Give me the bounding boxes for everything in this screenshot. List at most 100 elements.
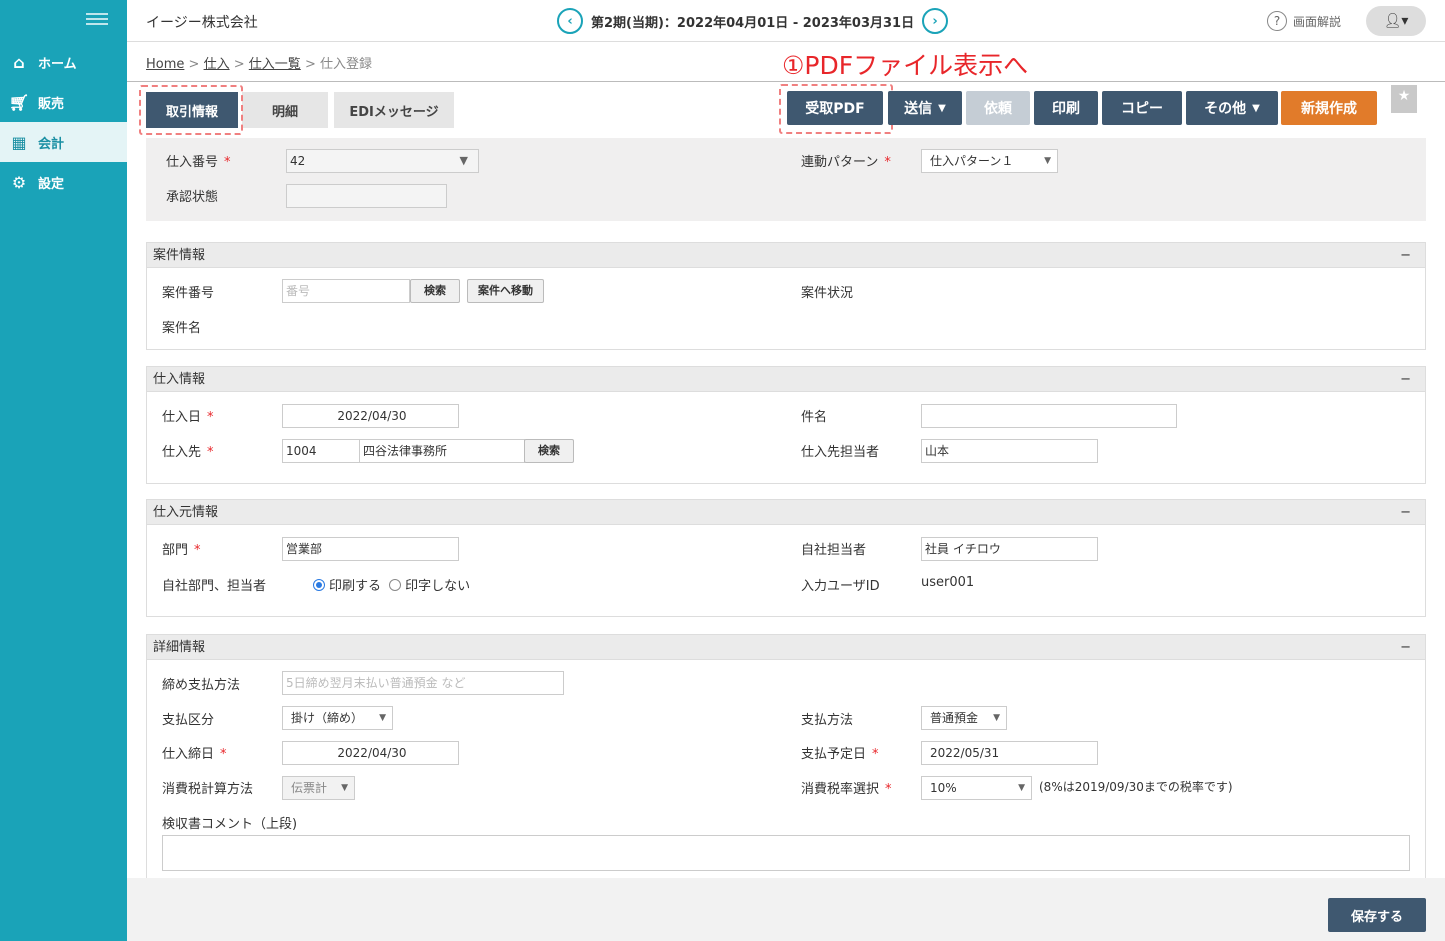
calculator-icon: ▦ <box>11 132 27 152</box>
breadcrumb-separator: > <box>233 57 245 72</box>
caret-down-icon: ▼ <box>1252 102 1260 114</box>
user-id-label: 入力ユーザID <box>801 579 880 594</box>
cart-icon: 🛒︎ <box>8 92 30 112</box>
purchase-no-select[interactable]: 42 ▼ <box>286 149 479 173</box>
radio-print-off[interactable] <box>389 579 402 591</box>
due-date-input[interactable]: 2022/05/31 <box>921 741 1098 765</box>
tab-details[interactable]: 明細 <box>242 92 328 128</box>
other-label: その他 <box>1204 101 1247 117</box>
print-off-label: 印字しない <box>405 579 471 594</box>
pay-method-value: 普通預金 <box>930 711 979 725</box>
gear-icon: ⚙ <box>11 172 27 192</box>
department-label: 部門 * <box>162 543 201 558</box>
tax-rate-select[interactable]: 10% ▼ <box>921 776 1032 800</box>
pay-type-label: 支払区分 <box>162 713 215 728</box>
sidebar-item-accounting[interactable]: ▦ 会計 <box>0 122 127 162</box>
closing-label: 締め支払方法 <box>162 678 241 693</box>
vendor-search-button[interactable]: 検索 <box>524 439 574 463</box>
project-no-label: 案件番号 <box>162 286 215 301</box>
vendor-staff-input[interactable]: 山本 <box>921 439 1098 463</box>
sidebar-item-label: ホーム <box>38 56 77 72</box>
request-button[interactable]: 依頼 <box>966 91 1030 125</box>
collapse-icon[interactable]: − <box>1400 243 1411 268</box>
sidebar-item-settings[interactable]: ⚙ 設定 <box>0 162 127 202</box>
tax-calc-select[interactable]: 伝票計 ▼ <box>282 776 355 800</box>
staff-input[interactable]: 社員 イチロウ <box>921 537 1098 561</box>
breadcrumb-purchase[interactable]: 仕入 <box>204 57 230 72</box>
source-info-panel: 仕入元情報 − 部門 * 営業部 自社部門、担当者 印刷する 印字しない 自社担当者… <box>146 499 1426 617</box>
radio-print-on[interactable] <box>313 579 325 591</box>
close-date-input[interactable]: 2022/04/30 <box>282 741 459 765</box>
caret-down-icon: ▼ <box>341 783 348 793</box>
breadcrumb-separator: > <box>304 57 316 72</box>
department-input[interactable]: 営業部 <box>282 537 459 561</box>
other-button[interactable]: その他 ▼ <box>1186 91 1278 125</box>
vendor-name-input[interactable]: 四谷法律事務所 <box>359 439 525 463</box>
header-form-panel: 仕入番号 * 42 ▼ 承認状態 連動パターン * 仕入パターン１ ▼ <box>146 138 1426 221</box>
pattern-select[interactable]: 仕入パターン１ ▼ <box>921 149 1058 173</box>
period-label: 第2期(当期)：2022年04月01日 - 2023年03月31日 <box>591 15 915 31</box>
caret-down-icon: ▼ <box>993 713 1000 723</box>
sidebar-item-label: 設定 <box>38 176 65 192</box>
project-no-input[interactable]: 番号 <box>282 279 410 303</box>
closing-input[interactable]: 5日締め翌月末払い普通預金 など <box>282 671 564 695</box>
project-move-button[interactable]: 案件へ移動 <box>467 279 544 303</box>
subject-label: 件名 <box>801 410 828 425</box>
caret-down-icon: ▼ <box>938 102 946 114</box>
purchase-info-panel: 仕入情報 − 仕入日 * 2022/04/30 仕入先 * 1004 四谷法律事務所 … <box>146 366 1426 484</box>
next-period-button[interactable]: › <box>922 8 949 34</box>
purchase-no-value: 42 <box>290 154 306 168</box>
purchase-date-label: 仕入日 * <box>162 410 214 425</box>
breadcrumb-home[interactable]: Home <box>146 57 184 72</box>
tax-calc-value: 伝票計 <box>291 781 328 795</box>
bookmark-star-icon[interactable]: ★ <box>1391 85 1417 113</box>
sidebar: ⌂ ホーム 🛒︎ 販売 ▦ 会計 ⚙ 設定 <box>0 0 127 941</box>
breadcrumb-current: 仕入登録 <box>319 57 372 72</box>
comment-textarea[interactable] <box>162 835 1410 871</box>
sidebar-item-label: 販売 <box>38 96 65 112</box>
project-search-button[interactable]: 検索 <box>410 279 460 303</box>
print-option-label: 自社部門、担当者 <box>162 579 267 594</box>
annotation-text: ①PDFファイル表示へ <box>782 51 1029 80</box>
pay-method-label: 支払方法 <box>801 713 854 728</box>
main-content: 仕入番号 * 42 ▼ 承認状態 連動パターン * 仕入パターン１ ▼ 案件情報 − … <box>127 130 1445 878</box>
home-icon: ⌂ <box>13 52 25 72</box>
send-button[interactable]: 送信 ▼ <box>888 91 962 125</box>
section-header: 仕入元情報 − <box>147 500 1425 525</box>
sidebar-item-home[interactable]: ⌂ ホーム <box>0 42 127 82</box>
collapse-icon[interactable]: − <box>1400 635 1411 660</box>
save-button[interactable]: 保存する <box>1328 898 1426 932</box>
company-name: イージー株式会社 <box>146 15 258 31</box>
tab-edi-message[interactable]: EDIメッセージ <box>334 92 454 128</box>
user-menu-button[interactable]: 👤︎▾ <box>1366 6 1426 36</box>
print-button[interactable]: 印刷 <box>1034 91 1098 125</box>
collapse-icon[interactable]: − <box>1400 367 1411 392</box>
pay-method-select[interactable]: 普通預金 ▼ <box>921 706 1007 730</box>
sidebar-item-sales[interactable]: 🛒︎ 販売 <box>0 82 127 122</box>
print-on-label: 印刷する <box>329 579 382 594</box>
highlight-box <box>139 85 243 135</box>
staff-label: 自社担当者 <box>801 543 867 558</box>
approval-field <box>286 184 447 208</box>
help-link[interactable]: ? 画面解説 <box>1267 11 1341 31</box>
section-header: 詳細情報 − <box>147 635 1425 660</box>
breadcrumb: Home > 仕入 > 仕入一覧 > 仕入登録 <box>146 53 372 72</box>
new-button[interactable]: 新規作成 <box>1281 91 1377 125</box>
top-bar: イージー株式会社 ‹ 第2期(当期)：2022年04月01日 - 2023年03… <box>127 0 1445 42</box>
approval-label: 承認状態 <box>166 190 219 205</box>
vendor-code-input[interactable]: 1004 <box>282 439 360 463</box>
comment-label: 検収書コメント（上段) <box>162 817 298 832</box>
prev-period-button[interactable]: ‹ <box>557 8 583 34</box>
pay-type-select[interactable]: 掛け（締め） ▼ <box>282 706 393 730</box>
period-selector: ‹ 第2期(当期)：2022年04月01日 - 2023年03月31日 › <box>557 8 949 34</box>
purchase-date-input[interactable]: 2022/04/30 <box>282 404 459 428</box>
sidebar-item-label: 会計 <box>38 136 65 152</box>
collapse-icon[interactable]: − <box>1400 500 1411 525</box>
subject-input[interactable] <box>921 404 1177 428</box>
close-date-label: 仕入締日 * <box>162 747 227 762</box>
menu-icon[interactable] <box>86 10 108 28</box>
tax-calc-label: 消費税計算方法 <box>162 782 254 797</box>
breadcrumb-list[interactable]: 仕入一覧 <box>249 57 301 72</box>
copy-button[interactable]: コピー <box>1102 91 1182 125</box>
caret-down-icon: ▼ <box>1044 156 1051 166</box>
